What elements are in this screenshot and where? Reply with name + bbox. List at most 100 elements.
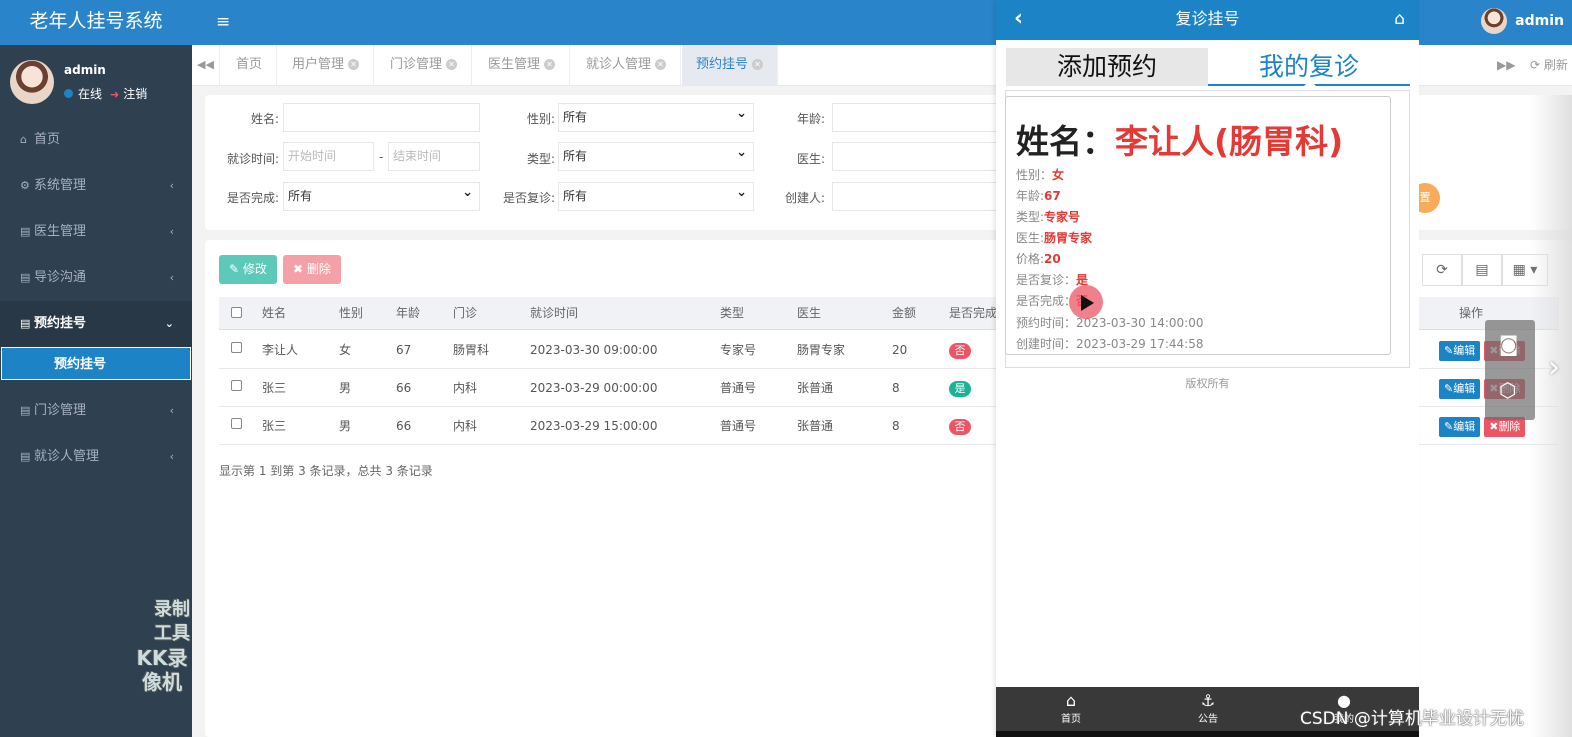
row-checkbox[interactable] [231,380,242,391]
toggle-view-icon[interactable]: ▤ [1462,254,1502,286]
tab-doctors[interactable]: 医生管理 ✕ [474,45,571,85]
sidebar-item-guide[interactable]: ▤ 导诊沟通 ‹ [0,255,192,301]
sidebar-item-home[interactable]: ⌂ 首页 [0,117,192,163]
cell-time: 2023-03-29 15:00:00 [530,419,658,433]
shield-plus-icon[interactable]: ⬡ [1499,378,1516,402]
sidebar-item-clinics[interactable]: ▤ 门诊管理 ‹ [0,388,192,434]
cell-time: 2023-03-29 00:00:00 [530,381,658,395]
home-icon[interactable]: ⌂ [1394,9,1405,29]
sidebar-item-doctors[interactable]: ▤ 医生管理 ‹ [0,209,192,255]
top-user-menu[interactable]: admin [1481,8,1564,34]
close-icon[interactable]: ✕ [655,59,667,70]
select-all-checkbox[interactable] [231,307,242,318]
end-time-input[interactable]: 结束时间 [388,142,480,171]
tab-clinics[interactable]: 门诊管理 ✕ [376,45,473,85]
online-label: 在线 [78,87,103,101]
gender-select[interactable]: 所有 [558,100,754,132]
card-type-value: 专家号 [1044,210,1081,224]
row-edit-button[interactable]: ✎编辑 [1439,341,1481,361]
cell-time: 2023-03-30 09:00:00 [530,343,658,357]
tab-users[interactable]: 用户管理 ✕ [278,45,375,85]
cell-age: 66 [396,419,412,433]
doctor-input[interactable] [832,142,1012,171]
online-dot-icon [64,89,73,98]
sidebar-item-label: 就诊人管理 [34,449,100,464]
gender-select-value: 所有 [563,110,588,124]
card-age: 年龄:67 [1016,187,1061,204]
type-select[interactable]: 所有 [558,139,754,171]
col-age: 年龄 [396,306,421,320]
creator-label: 创建人: [784,191,825,205]
completed-select[interactable]: 所有 [283,179,480,211]
tab-label: 预约挂号 [696,57,749,72]
range-separator: - [379,150,384,164]
cell-clinic: 肠胃科 [453,343,490,357]
tab-home[interactable]: 首页 [222,45,278,85]
card-gender-value: 女 [1052,168,1065,182]
name-label: 姓名: [250,112,279,126]
revisit-select[interactable]: 所有 [558,179,754,211]
revisit-card[interactable]: 姓名：李让人(肠胃科) 性别：女 年龄:67 类型:专家号 医生:肠胃专家 价格… [1005,96,1391,355]
tab-scroll-left-icon[interactable]: ◀◀ [192,45,220,85]
row-checkbox[interactable] [231,418,242,429]
row-edit-label: 编辑 [1453,420,1476,433]
screen-edge-fade [1530,95,1572,737]
menu-toggle-icon[interactable]: ≡ [216,12,230,32]
cell-amount: 20 [892,343,908,357]
sidebar-subitem-appointments[interactable]: 预约挂号 [1,347,191,380]
watermark-line2: KK录像机 [136,646,188,694]
delete-label: 删除 [306,262,331,276]
tab-add-appointment[interactable]: 添加预约 [1006,48,1208,86]
start-time-input[interactable]: 开始时间 [283,142,374,171]
col-doctor: 医生 [797,306,822,320]
tab-label: 就诊人管理 [586,57,652,72]
sidebar-item-appointments[interactable]: ▤ 预约挂号 ⌄ [0,301,192,347]
sidebar-item-patients[interactable]: ▤ 就诊人管理 ‹ [0,434,192,480]
sidebar-item-label: 导诊沟通 [34,270,87,285]
footer-notice[interactable]: ⚓ 公告 [1178,692,1238,726]
age-input[interactable] [832,103,1012,132]
card-age-value: 67 [1044,189,1061,203]
type-label: 类型: [526,152,555,166]
card-gender-label: 性别： [1016,168,1053,182]
logout-link[interactable]: ➜ 注销 [110,85,147,102]
avatar[interactable] [10,60,54,104]
sidebar-item-label: 首页 [34,132,61,147]
row-edit-button[interactable]: ✎编辑 [1439,417,1481,437]
back-icon[interactable]: ‹ [1014,6,1023,31]
card-price-value: 20 [1044,252,1061,266]
delete-button[interactable]: ✖ 删除 [283,255,341,284]
card-age-label: 年龄: [1016,189,1045,203]
sidebar-item-system[interactable]: ⚙ 系统管理 ‹ [0,163,192,209]
close-icon[interactable]: ✕ [544,59,556,70]
footer-home[interactable]: ⌂ 首页 [1041,692,1101,726]
row-edit-button[interactable]: ✎编辑 [1439,379,1481,399]
col-type: 类型 [720,306,745,320]
cell-name: 李让人 [262,343,299,357]
tab-patients[interactable]: 就诊人管理 ✕ [572,45,682,85]
book-icon: ▤ [20,450,31,463]
card-appt-value: 2023-03-30 14:00:00 [1076,316,1204,330]
logout-label: 注销 [123,87,148,101]
tab-my-revisits[interactable]: 我的复诊 [1208,48,1410,86]
refresh-icon[interactable]: ⟳ [1422,254,1462,286]
name-input[interactable] [283,103,480,132]
creator-input[interactable] [832,182,1012,211]
close-icon[interactable]: ✕ [752,59,764,70]
watermark-line1: 录制工具 [154,599,190,644]
card-appt-label: 预约时间： [1016,316,1077,330]
book-icon: ▤ [20,225,31,238]
tab-appointments[interactable]: 预约挂号 ✕ [682,45,779,85]
tab-scroll-right-icon[interactable]: ▶▶ [1497,45,1515,85]
row-checkbox[interactable] [231,342,242,353]
close-icon[interactable]: ✕ [446,59,458,70]
tab-refresh[interactable]: ⟳ 刷新 [1530,45,1568,85]
gender-label: 性别: [526,112,555,126]
tab-label: 门诊管理 [390,57,443,72]
close-icon[interactable]: ✕ [348,59,360,70]
next-slide-icon[interactable]: › [1548,350,1560,385]
row-delete-button[interactable]: ✖删除 [1484,417,1526,437]
sidebar: 老年人挂号系统 admin 在线 ➜ 注销 ⌂ 首页 ⚙ 系统管理 ‹ ▤ 医生管理 ‹ ▤… [0,0,192,737]
camera-icon[interactable]: ◙ [1499,332,1518,356]
edit-button[interactable]: ✎ 修改 [219,255,277,284]
